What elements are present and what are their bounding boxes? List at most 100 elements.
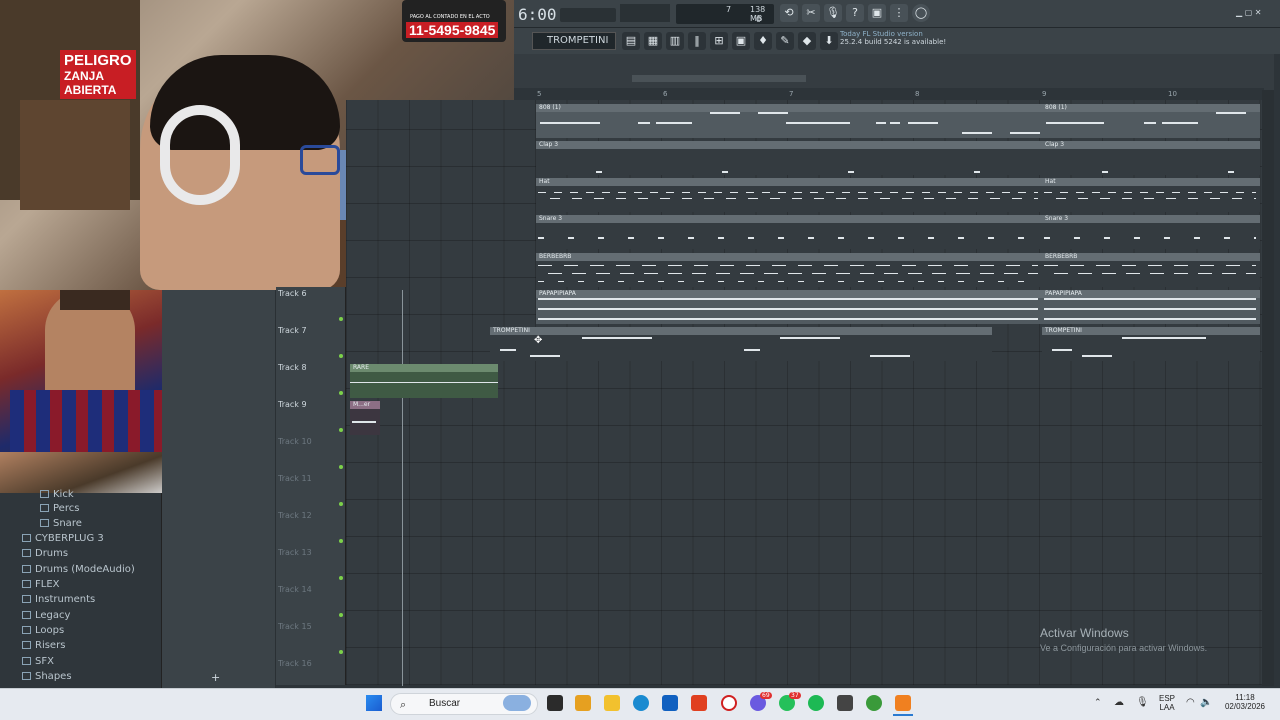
start-button-icon[interactable] [366,695,382,711]
chrome-icon[interactable] [866,695,882,711]
pattern-clip[interactable]: BERBEBRB [536,253,1042,287]
browser-item[interactable]: Shapes [22,671,72,686]
pattern-clip[interactable]: Snare 3 [1042,215,1260,249]
add-track-button[interactable]: + [211,671,220,684]
track-mute-led[interactable] [339,539,343,543]
pattern-clip[interactable]: Clap 3 [1042,141,1260,175]
pattern-clip[interactable]: 808 (1) [1042,104,1260,138]
track-label[interactable]: Track 12 [278,511,312,520]
cut-tool-icon[interactable]: ✂ [802,4,820,22]
track-mute-led[interactable] [339,650,343,654]
mic-tray-icon[interactable]: 🎙 [1136,697,1149,708]
search-icon: ⌕ [400,698,407,711]
chat-icon[interactable]: ◯ [912,4,930,22]
file-explorer-icon[interactable] [604,695,620,711]
edge-icon[interactable] [633,695,649,711]
browser-item[interactable]: Legacy [22,610,70,625]
opera-icon[interactable] [721,695,737,711]
browser-item[interactable]: FLEX [22,579,60,594]
help-icon[interactable]: ? [846,4,864,22]
mixer-view-icon[interactable]: ‖ [688,32,706,50]
task-view-icon[interactable] [547,695,563,711]
pattern-clip[interactable]: TROMPETINI [1042,327,1260,361]
pattern-selector[interactable]: TROMPETINI [532,32,616,50]
track-mute-led[interactable] [339,465,343,469]
pattern-clip[interactable]: Snare 3 [536,215,1042,249]
undo-icon[interactable]: ⟲ [780,4,798,22]
track-mute-led[interactable] [339,354,343,358]
pattern-clip[interactable]: BERBEBRB [1042,253,1260,287]
window-controls[interactable]: ▁ ▢ ✕ [1236,8,1276,18]
pattern-clip[interactable]: Clap 3 [536,141,1042,175]
browser-item[interactable]: Percs [40,503,79,518]
track-label[interactable]: Track 10 [278,437,312,446]
pattern-clip-selected[interactable]: TROMPETINI [490,327,992,361]
plugin-database-icon[interactable]: ▣ [732,32,750,50]
download-icon[interactable]: ⬇ [820,32,838,50]
microphone-icon[interactable]: 🎙 [824,4,842,22]
tray-chevron-icon[interactable]: ⌃ [1094,698,1102,708]
song-position-slider[interactable] [620,4,670,22]
track-mute-led[interactable] [339,576,343,580]
browser-item[interactable]: Snare [40,518,82,533]
browser-item[interactable]: Instruments [22,594,95,609]
track-label[interactable]: Track 6 [278,289,307,298]
track-label[interactable]: Track 15 [278,622,312,631]
track-mute-led[interactable] [339,391,343,395]
app-window-icon[interactable] [837,695,853,711]
save-icon[interactable]: ▣ [868,4,886,22]
pattern-clip[interactable]: 808 (1) [536,104,1042,138]
pattern-clip[interactable]: Hat [536,178,1042,218]
track-label[interactable]: Track 13 [278,548,312,557]
track-label[interactable]: Track 8 [278,363,307,372]
language-indicator[interactable]: ESP LAA [1156,694,1178,712]
browser-item[interactable]: Risers [22,640,65,655]
webcam-tertiary [0,452,174,493]
playlist-vertical-scrollbar[interactable] [1262,90,1274,686]
track-label[interactable]: Track 9 [278,400,307,409]
outlook-icon[interactable] [662,695,678,711]
playlist-timeline[interactable] [514,88,1264,100]
folder-icon [22,534,31,542]
song-time-display[interactable]: 6:00 [518,5,557,24]
track-mute-led[interactable] [339,317,343,321]
fl-studio-icon[interactable] [895,695,911,711]
pattern-clip[interactable]: PAPAPIPIAPA [536,290,1042,324]
spotify-icon[interactable] [808,695,824,711]
master-volume-slider[interactable] [560,8,616,22]
playlist-picker-panel[interactable] [162,290,276,688]
browser-item[interactable]: Drums [22,548,68,563]
track-label[interactable]: Track 14 [278,585,312,594]
track-mute-led[interactable] [339,428,343,432]
step-sequencer-icon[interactable]: ▦ [644,32,662,50]
channel-rack-icon[interactable]: ⊞ [710,32,728,50]
track-label[interactable]: Track 7 [278,326,307,335]
browser-item[interactable]: Drums (ModeAudio) [22,564,135,579]
pattern-clip[interactable]: PAPAPIPIAPA [1042,290,1260,324]
system-clock[interactable]: 11:18 02/03/2026 [1222,693,1268,711]
winrar-icon[interactable] [691,695,707,711]
browser-item[interactable]: SFX [22,656,54,671]
project-browser-icon[interactable]: ◆ [798,32,816,50]
news-panel[interactable]: Today FL Studio version 25.2.4 build 524… [840,30,950,52]
audio-clip[interactable]: RARE [350,364,498,398]
playlist-icon[interactable]: ▤ [622,32,640,50]
network-app-icon[interactable]: ☁ [1114,697,1124,708]
volume-icon[interactable]: 🔈 [1200,697,1212,708]
pattern-clip[interactable]: Hat [1042,178,1260,212]
track-label[interactable]: Track 11 [278,474,312,483]
copilot-icon[interactable] [575,695,591,711]
playlist-horizontal-scrollbar[interactable] [632,75,806,82]
browser-item[interactable]: CYBERPLUG 3 [22,533,104,548]
piano-roll-icon[interactable]: ▥ [666,32,684,50]
track-mute-led[interactable] [339,613,343,617]
touch-controller-icon[interactable]: ✎ [776,32,794,50]
browser-item[interactable]: Kick [40,489,74,504]
track-mute-led[interactable] [339,502,343,506]
browser-item[interactable]: Loops [22,625,64,640]
track-label[interactable]: Track 16 [278,659,312,668]
mixer-icon[interactable]: ⋮ [890,4,908,22]
wifi-icon[interactable]: ◠ [1186,697,1195,708]
audio-clip[interactable]: M...er [350,401,380,435]
plugin-picker-icon[interactable]: ♦ [754,32,772,50]
